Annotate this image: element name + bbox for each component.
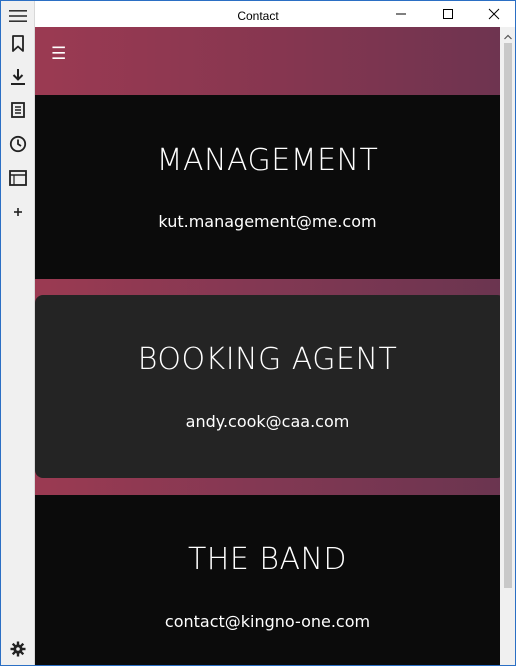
booking-agent-heading: BOOKING AGENT [137,342,398,377]
sidebar-downloads-button[interactable] [6,65,30,89]
bookmark-icon [12,35,24,52]
sidebar-menu-button[interactable] [6,4,30,28]
page-header: ☰ [35,27,500,95]
scrollbar-thumb[interactable] [504,43,512,588]
sidebar-history-button[interactable] [6,132,30,156]
sidebar-bookmarks-button[interactable] [6,32,30,56]
sidebar-window-button[interactable] [6,166,30,190]
plus-icon [14,208,22,216]
management-email-link[interactable]: kut.management@me.com [35,212,500,231]
title-bar: Contact [1,1,515,27]
close-icon [488,8,500,20]
window-icon [9,170,27,186]
sidebar-add-button[interactable] [6,200,30,224]
vertical-scrollbar[interactable] [500,27,515,665]
reading-list-icon [11,102,25,118]
download-icon [11,69,25,85]
maximize-icon [443,9,453,19]
close-button[interactable] [471,1,516,27]
page-content: ☰ MANAGEMENT kut.management@me.com BOOKI… [35,27,500,666]
history-icon [9,135,27,153]
band-heading: THE BAND [187,542,348,577]
hamburger-menu-icon [9,10,27,22]
sidebar-reading-list-button[interactable] [6,98,30,122]
scroll-up-arrow[interactable] [500,29,515,44]
booking-agent-email-link[interactable]: andy.cook@caa.com [35,412,500,431]
gear-icon [10,641,26,657]
maximize-button[interactable] [425,1,471,27]
booking-agent-card: BOOKING AGENT andy.cook@caa.com [35,295,500,478]
management-section: MANAGEMENT kut.management@me.com [35,95,500,279]
browser-sidebar [1,1,35,665]
band-section: THE BAND contact@kingno-one.com [35,495,500,666]
minimize-icon [396,13,406,15]
sidebar-settings-button[interactable] [6,637,30,661]
band-email-link[interactable]: contact@kingno-one.com [35,612,500,631]
site-menu-button[interactable]: ☰ [51,44,66,64]
minimize-button[interactable] [378,1,424,27]
management-heading: MANAGEMENT [156,143,379,178]
chevron-up-icon [503,34,512,39]
